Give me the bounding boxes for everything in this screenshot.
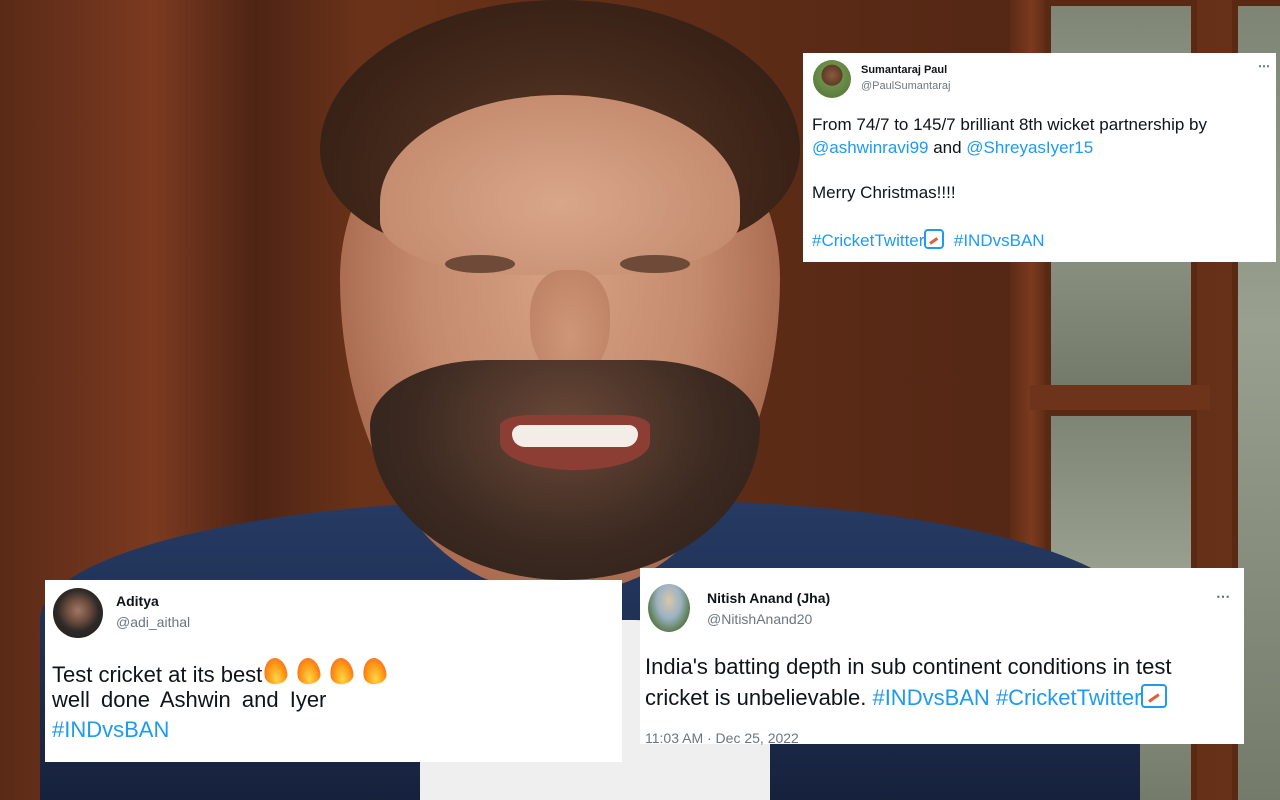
- avatar[interactable]: [648, 584, 690, 632]
- tweet-text-line: Test cricket at its best: [52, 656, 394, 688]
- tweet-author-name[interactable]: Aditya: [116, 593, 159, 609]
- more-options-icon[interactable]: ⋯: [1258, 59, 1271, 73]
- person-left-eye: [445, 255, 515, 273]
- tweet-text: and: [928, 138, 967, 157]
- hashtag-link[interactable]: #CricketTwitter: [996, 685, 1141, 710]
- fire-emoji-icon: [328, 656, 355, 686]
- fire-emoji-icon: [295, 656, 322, 686]
- tweet-text-line: Merry Christmas!!!!: [812, 183, 956, 202]
- hashtag-link[interactable]: #INDvsBAN: [52, 717, 169, 742]
- tweet-card-aditya[interactable]: Aditya @adi_aithal Test cricket at its b…: [45, 580, 622, 762]
- tweet-author-name[interactable]: Sumantaraj Paul: [861, 64, 947, 76]
- cricket-bat-emoji-icon: [1141, 684, 1168, 708]
- tweet-text-line: India's batting depth in sub continent c…: [645, 654, 1172, 679]
- tweet-author-name[interactable]: Nitish Anand (Jha): [707, 590, 830, 606]
- hashtag-link[interactable]: #INDvsBAN: [872, 685, 989, 710]
- tweet-hashtags: #CricketTwitter #INDvsBAN: [812, 229, 1045, 251]
- tweet-timestamp[interactable]: 11:03 AM · Dec 25, 2022: [645, 730, 799, 746]
- tweet-text-line: @ashwinravi99 and @ShreyasIyer15: [812, 138, 1093, 158]
- cricket-bat-emoji-icon: [924, 229, 945, 249]
- tweet-text-line: cricket is unbelievable. #INDvsBAN #Cric…: [645, 684, 1168, 711]
- avatar[interactable]: [813, 60, 851, 98]
- fire-emoji-icon: [262, 656, 289, 686]
- more-options-icon[interactable]: ⋯: [1216, 588, 1231, 605]
- avatar[interactable]: [53, 588, 103, 638]
- hashtag-link[interactable]: #CricketTwitter: [812, 231, 924, 250]
- mention-link[interactable]: @ashwinravi99: [812, 138, 928, 157]
- person-smile: [512, 425, 638, 447]
- door-rail: [1030, 385, 1210, 410]
- tweet-author-handle[interactable]: @NitishAnand20: [707, 611, 812, 627]
- tweet-card-nitish[interactable]: Nitish Anand (Jha) @NitishAnand20 ⋯ Indi…: [640, 568, 1244, 746]
- person-right-eye: [620, 255, 690, 273]
- mention-link[interactable]: @ShreyasIyer15: [966, 138, 1093, 157]
- fire-emoji-icon: [361, 656, 388, 686]
- tweet-hashtags: #INDvsBAN: [52, 717, 169, 743]
- tweet-card-sumantaraj[interactable]: Sumantaraj Paul @PaulSumantaraj ⋯ From 7…: [803, 53, 1276, 262]
- tweet-text: Test cricket at its best: [52, 662, 263, 687]
- tweet-text: cricket is unbelievable.: [645, 685, 873, 710]
- tweet-text-line: well done Ashwin and Iyer: [52, 687, 327, 712]
- tweet-author-handle[interactable]: @adi_aithal: [116, 614, 190, 630]
- tweet-text-line: From 74/7 to 145/7 brilliant 8th wicket …: [812, 115, 1207, 134]
- tweet-author-handle[interactable]: @PaulSumantaraj: [861, 80, 950, 92]
- hashtag-link[interactable]: #INDvsBAN: [954, 231, 1045, 250]
